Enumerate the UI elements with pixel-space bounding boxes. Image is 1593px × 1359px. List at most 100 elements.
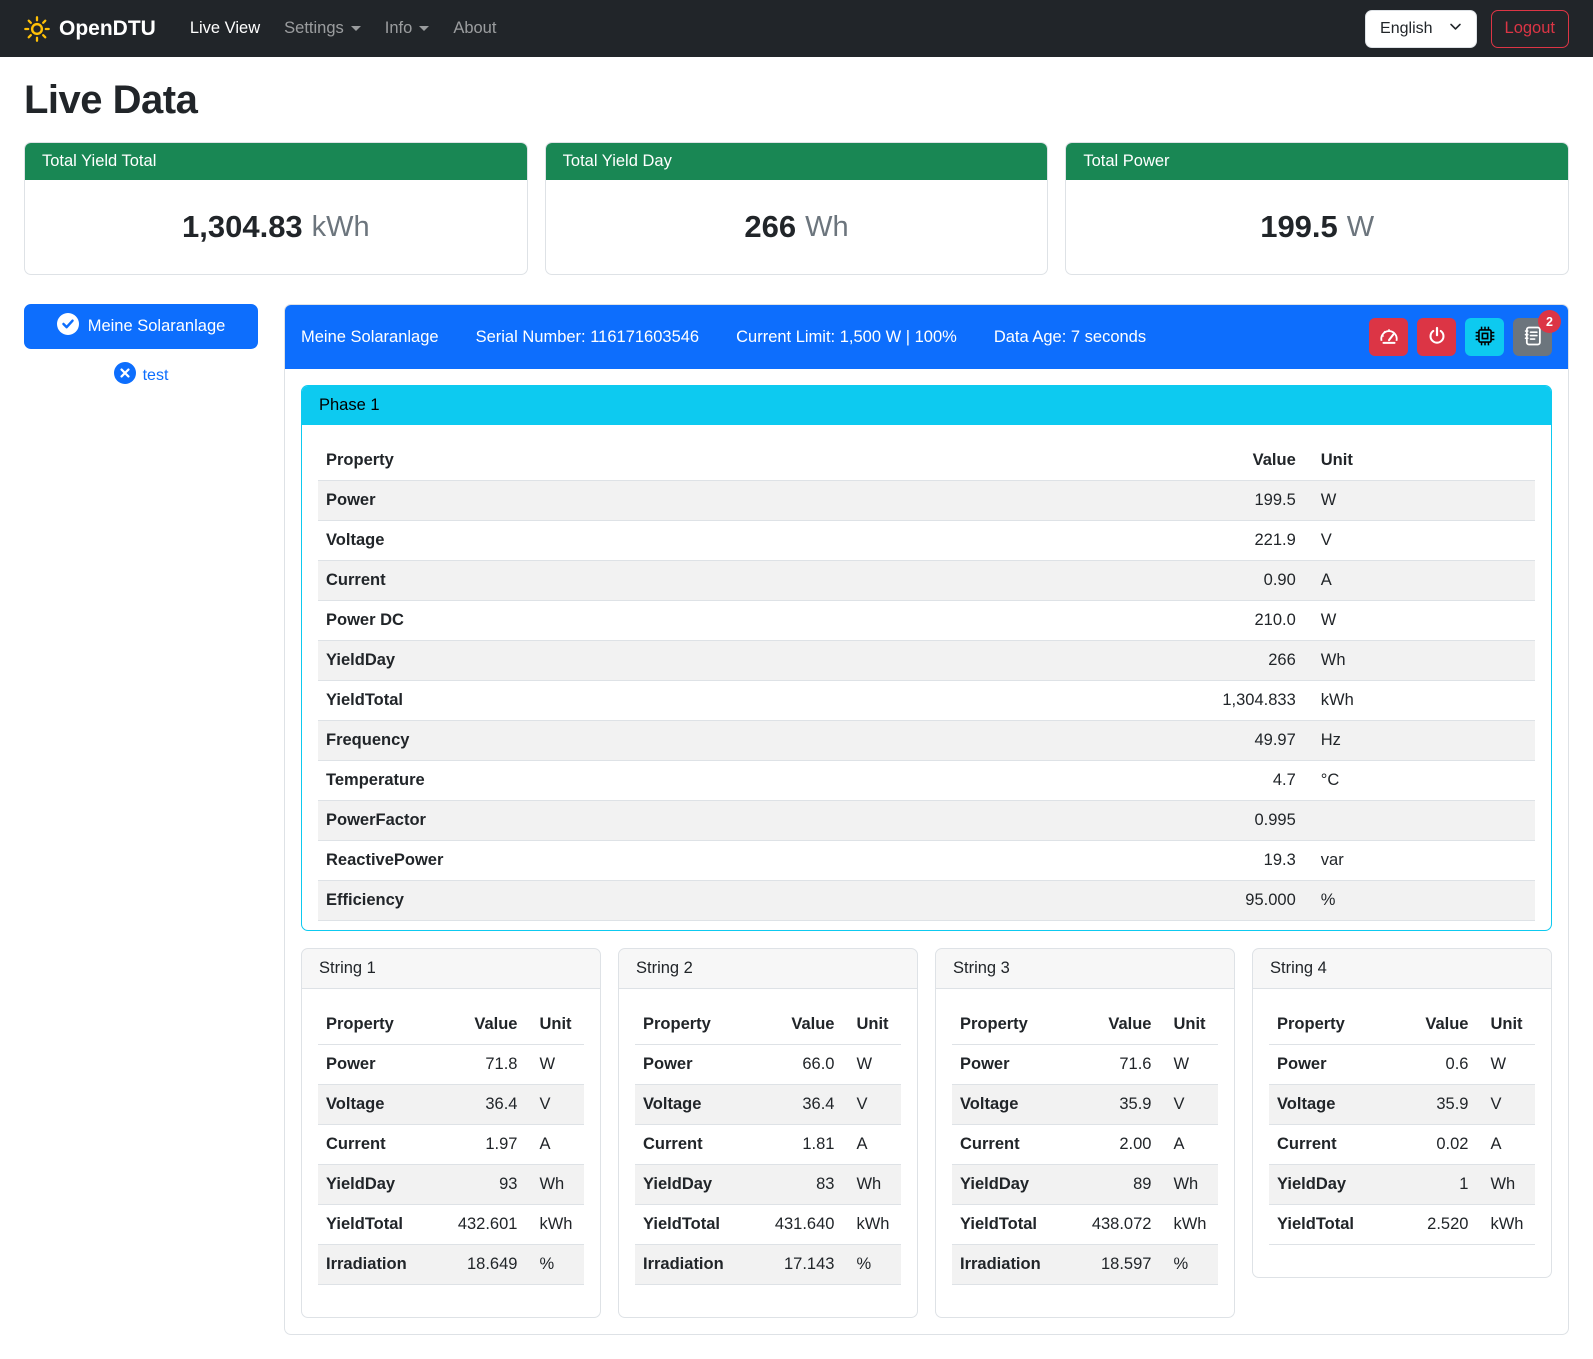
property-cell: Temperature [318, 761, 1048, 801]
phase-card: Phase 1 Property Value Unit P [301, 385, 1552, 931]
column-header-value: Value [757, 1005, 842, 1045]
value-cell: 221.9 [1048, 521, 1304, 561]
property-cell: Irradiation [318, 1245, 440, 1285]
limit-settings-button[interactable] [1369, 318, 1408, 356]
value-cell: 71.6 [1074, 1045, 1159, 1085]
table-row: YieldTotal1,304.833kWh [318, 681, 1535, 721]
table-row: Voltage36.4V [635, 1085, 901, 1125]
device-info-button[interactable] [1465, 318, 1504, 356]
unit-cell: W [1304, 601, 1535, 641]
unit-cell: A [1159, 1125, 1218, 1165]
summary-card-title: Total Yield Total [25, 143, 527, 180]
unit-cell: Wh [842, 1165, 901, 1205]
string-table: PropertyValueUnitPower66.0WVoltage36.4VC… [635, 1005, 901, 1285]
value-cell: 17.143 [757, 1245, 842, 1285]
unit-cell: kWh [842, 1205, 901, 1245]
page-title: Live Data [24, 78, 1569, 123]
summary-unit: Wh [805, 211, 849, 244]
table-row: Power66.0W [635, 1045, 901, 1085]
speedometer-icon [1378, 325, 1400, 350]
property-cell: YieldDay [318, 1165, 440, 1205]
property-cell: Power [1269, 1045, 1391, 1085]
string-card-2: String 2PropertyValueUnitPower66.0WVolta… [618, 948, 918, 1318]
table-row: Current0.02A [1269, 1125, 1535, 1165]
string-card-4: String 4PropertyValueUnitPower0.6WVoltag… [1252, 948, 1552, 1278]
table-header-row: PropertyValueUnit [318, 1005, 584, 1045]
column-header-unit: Unit [1304, 441, 1535, 481]
string-card-1: String 1PropertyValueUnitPower71.8WVolta… [301, 948, 601, 1318]
language-select[interactable]: English [1365, 10, 1476, 48]
table-row: Irradiation17.143% [635, 1245, 901, 1285]
summary-unit: W [1347, 211, 1374, 244]
table-row: YieldTotal2.520kWh [1269, 1205, 1535, 1245]
nav-item-live-view[interactable]: Live View [182, 11, 268, 46]
column-header-value: Value [1074, 1005, 1159, 1045]
inverter-link-label: test [143, 367, 169, 385]
value-cell: 431.640 [757, 1205, 842, 1245]
nav-item-info[interactable]: Info [377, 11, 438, 46]
table-row: Voltage35.9V [952, 1085, 1218, 1125]
unit-cell: % [1159, 1245, 1218, 1285]
caret-down-icon [419, 26, 429, 31]
value-cell: 1.97 [440, 1125, 525, 1165]
unit-cell: W [1304, 481, 1535, 521]
x-circle-icon [114, 362, 136, 389]
property-cell: Current [1269, 1125, 1391, 1165]
table-row: Current0.90A [318, 561, 1535, 601]
property-cell: Irradiation [952, 1245, 1074, 1285]
unit-cell: W [525, 1045, 584, 1085]
power-button[interactable] [1417, 318, 1456, 356]
table-row: Irradiation18.649% [318, 1245, 584, 1285]
unit-cell: var [1304, 841, 1535, 881]
string-card-3: String 3PropertyValueUnitPower71.6WVolta… [935, 948, 1235, 1318]
property-cell: Frequency [318, 721, 1048, 761]
summary-card-title: Total Power [1066, 143, 1568, 180]
property-cell: Power DC [318, 601, 1048, 641]
summary-value: 1,304.83 [182, 209, 303, 245]
value-cell: 18.649 [440, 1245, 525, 1285]
inverter-limit: Current Limit: 1,500 W | 100% [736, 328, 957, 347]
brand[interactable]: OpenDTU [24, 16, 156, 42]
unit-cell: kWh [1304, 681, 1535, 721]
language-select-value: English [1380, 20, 1432, 38]
value-cell: 36.4 [440, 1085, 525, 1125]
inverter-select-button[interactable]: Meine Solaranlage [24, 304, 258, 349]
property-cell: ReactivePower [318, 841, 1048, 881]
column-header-property: Property [1269, 1005, 1391, 1045]
column-header-property: Property [318, 1005, 440, 1045]
string-card-title: String 3 [936, 949, 1234, 989]
inverter-card: Meine Solaranlage Serial Number: 1161716… [284, 304, 1569, 1335]
inverter-link-test[interactable]: test [114, 362, 169, 389]
property-cell: YieldTotal [1269, 1205, 1391, 1245]
value-cell: 49.97 [1048, 721, 1304, 761]
inverter-name: Meine Solaranlage [301, 328, 439, 347]
property-cell: YieldTotal [318, 681, 1048, 721]
table-row: Irradiation18.597% [952, 1245, 1218, 1285]
unit-cell: kWh [525, 1205, 584, 1245]
table-row: YieldDay266Wh [318, 641, 1535, 681]
value-cell: 2.520 [1391, 1205, 1476, 1245]
string-card-title: String 4 [1253, 949, 1551, 989]
property-cell: YieldDay [635, 1165, 757, 1205]
unit-cell: A [842, 1125, 901, 1165]
unit-cell: A [1476, 1125, 1535, 1165]
value-cell: 19.3 [1048, 841, 1304, 881]
column-header-property: Property [318, 441, 1048, 481]
table-header-row: Property Value Unit [318, 441, 1535, 481]
nav-item-about[interactable]: About [445, 11, 504, 46]
value-cell: 35.9 [1391, 1085, 1476, 1125]
unit-cell: % [1304, 881, 1535, 921]
nav-item-settings-label: Settings [284, 19, 344, 38]
logout-button[interactable]: Logout [1491, 10, 1569, 48]
table-row: Power199.5W [318, 481, 1535, 521]
property-cell: Current [318, 561, 1048, 601]
table-row: YieldTotal432.601kWh [318, 1205, 584, 1245]
summary-card-body: 199.5 W [1066, 180, 1568, 274]
nav-item-settings[interactable]: Settings [276, 11, 369, 46]
table-row: Power71.8W [318, 1045, 584, 1085]
value-cell: 0.02 [1391, 1125, 1476, 1165]
event-log-button[interactable]: 2 [1513, 318, 1552, 356]
table-row: Current2.00A [952, 1125, 1218, 1165]
unit-cell: °C [1304, 761, 1535, 801]
brand-label: OpenDTU [59, 17, 156, 41]
